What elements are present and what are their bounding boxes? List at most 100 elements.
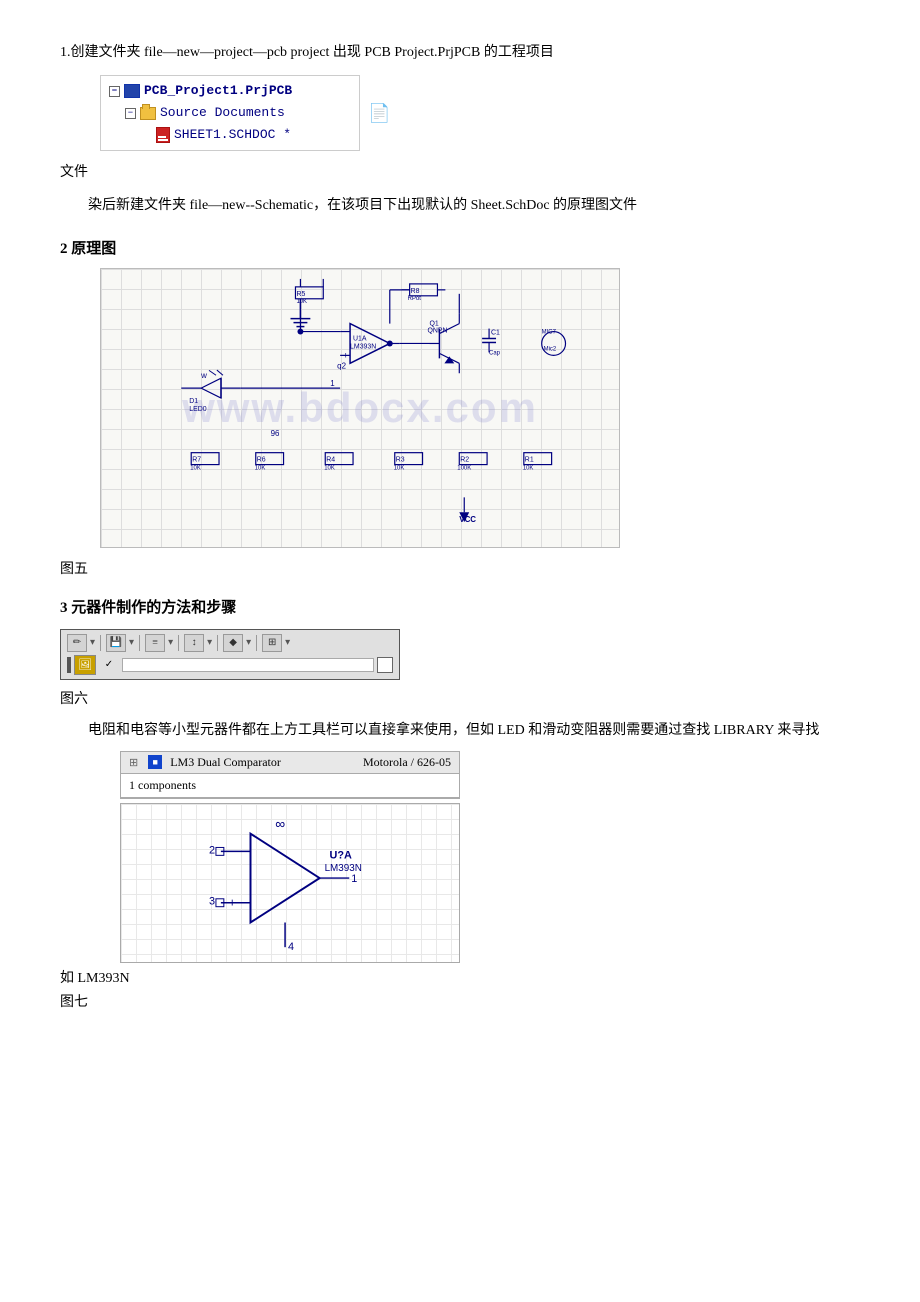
- tree-folder-label: Source Documents: [160, 102, 285, 124]
- svg-text:+: +: [343, 350, 348, 360]
- svg-text:w: w: [200, 371, 207, 380]
- svg-text:Mic2: Mic2: [544, 346, 557, 352]
- toolbar-box: ✏ ▾ 💾 ▾ ≡ ▾ ↕ ▾ ◆ ▾ ⊞: [60, 629, 400, 680]
- fig6-label: 图六: [60, 688, 860, 708]
- section-2: 2 原理图 R5 10K R8 RPot: [60, 237, 860, 578]
- tree-file-label: SHEET1.SCHDOC *: [174, 124, 291, 146]
- lib-manufacturer: Motorola / 626-05: [363, 755, 451, 770]
- svg-text:−: −: [343, 326, 348, 336]
- svg-text:Cap: Cap: [489, 350, 501, 356]
- align-arrow[interactable]: ▾: [168, 637, 173, 648]
- svg-text:R4: R4: [326, 456, 335, 463]
- svg-text:2: 2: [209, 844, 215, 856]
- svg-text:+: +: [229, 896, 236, 910]
- cursor-arrow[interactable]: ▾: [207, 637, 212, 648]
- svg-text:RPot: RPot: [408, 295, 422, 301]
- svg-text:LM393N: LM393N: [325, 863, 362, 874]
- svg-text:U?A: U?A: [330, 849, 352, 861]
- intro-line3: 染后新建文件夹 file—new--Schematic，在该项目下出现默认的 S…: [60, 193, 860, 218]
- separator-5: [256, 635, 257, 651]
- section3-heading: 3 元器件制作的方法和步骤: [60, 596, 860, 617]
- svg-text:1: 1: [330, 379, 335, 388]
- component-preview: − + 2 3 1 4 ∞ U?A LM393N: [120, 803, 460, 963]
- toolbar-row-1: ✏ ▾ 💾 ▾ ≡ ▾ ↕ ▾ ◆ ▾ ⊞: [67, 634, 393, 652]
- section2-heading: 2 原理图: [60, 237, 860, 258]
- section-3: 3 元器件制作的方法和步骤 ✏ ▾ 💾 ▾ ≡ ▾ ↕ ▾: [60, 596, 860, 1011]
- tree-root-row: − PCB_Project1.PrjPCB: [109, 80, 351, 102]
- grid-arrow[interactable]: ▾: [285, 637, 290, 648]
- fig7-label: 图七: [60, 991, 860, 1011]
- svg-text:q2: q2: [337, 361, 346, 370]
- tree-folder-row: − Source Documents: [125, 102, 351, 124]
- svg-text:QNPN: QNPN: [428, 327, 448, 334]
- collapse-icon[interactable]: −: [109, 86, 120, 97]
- svg-text:R3: R3: [396, 456, 405, 463]
- lib-item-name: LM3 Dual Comparator: [170, 755, 281, 770]
- schematic-diagram: R5 10K R8 RPot U1A LM393N − +: [100, 268, 620, 548]
- align-btn[interactable]: ≡: [145, 634, 165, 652]
- save-btn[interactable]: 💾: [106, 634, 126, 652]
- folder-icon: [140, 107, 156, 120]
- fig7-row: 如 LM393N: [60, 967, 860, 987]
- svg-text:U1A: U1A: [353, 335, 367, 342]
- svg-text:R7: R7: [192, 456, 201, 463]
- cursor-btn[interactable]: ↕: [184, 634, 204, 652]
- library-box: ⊞ ■ LM3 Dual Comparator Motorola / 626-0…: [120, 751, 460, 799]
- svg-text:10K: 10K: [255, 465, 266, 471]
- fig5-label: 图五: [60, 558, 860, 578]
- library-header: ⊞ ■ LM3 Dual Comparator Motorola / 626-0…: [121, 752, 459, 774]
- component-btn[interactable]: 🖼: [74, 655, 96, 675]
- svg-text:R8: R8: [411, 287, 420, 294]
- tree-file-row: SHEET1.SCHDOC *: [141, 124, 351, 146]
- shape-arrow[interactable]: ▾: [246, 637, 251, 648]
- file-icon-right: 📄: [368, 103, 390, 124]
- svg-text:LM393N: LM393N: [350, 343, 376, 350]
- svg-text:C1: C1: [491, 329, 500, 336]
- intro-line1: 1.创建文件夹 file—new—project—pcb project 出现 …: [60, 40, 860, 65]
- svg-text:96: 96: [271, 428, 280, 437]
- svg-text:−: −: [229, 844, 236, 858]
- svg-text:10K: 10K: [394, 465, 405, 471]
- separator-1: [100, 635, 101, 651]
- pcb-project-icon: [124, 84, 140, 98]
- svg-text:100K: 100K: [457, 465, 471, 471]
- svg-text:D1: D1: [189, 398, 198, 405]
- svg-text:10K: 10K: [523, 465, 534, 471]
- schematic-svg: R5 10K R8 RPot U1A LM393N − +: [101, 269, 619, 547]
- tree-root-label: PCB_Project1.PrjPCB: [144, 80, 292, 102]
- svg-text:R1: R1: [525, 456, 534, 463]
- svg-text:10K: 10K: [324, 465, 335, 471]
- folder-collapse-icon[interactable]: −: [125, 108, 136, 119]
- lib-component-icon: ■: [148, 755, 162, 769]
- check-btn[interactable]: ✓: [99, 656, 119, 674]
- lib-expand-icon[interactable]: ⊞: [129, 756, 138, 769]
- separator-4: [217, 635, 218, 651]
- lib-count: 1 components: [121, 774, 459, 798]
- file-tree-box: − PCB_Project1.PrjPCB − Source Documents: [100, 75, 360, 151]
- svg-text:∞: ∞: [275, 816, 285, 832]
- section-1: 1.创建文件夹 file—new—project—pcb project 出现 …: [60, 40, 860, 219]
- draw-tool-arrow[interactable]: ▾: [90, 637, 95, 648]
- grid-btn[interactable]: ⊞: [262, 634, 282, 652]
- schdoc-icon: [156, 127, 170, 143]
- svg-text:1: 1: [351, 873, 357, 885]
- separator-3: [178, 635, 179, 651]
- save-arrow[interactable]: ▾: [129, 637, 134, 648]
- toolbar-row-2: 🖼 ✓: [67, 655, 393, 675]
- svg-text:R6: R6: [257, 456, 266, 463]
- svg-text:Q1: Q1: [430, 320, 439, 327]
- section3-desc: 电阻和电容等小型元器件都在上方工具栏可以直接拿来使用，但如 LED 和滑动变阻器…: [60, 718, 860, 743]
- svg-text:4: 4: [288, 941, 294, 953]
- svg-text:10K: 10K: [296, 298, 307, 304]
- row-indicator: [67, 657, 71, 673]
- shape-btn[interactable]: ◆: [223, 634, 243, 652]
- checkbox-small[interactable]: [377, 657, 393, 673]
- mini-scrollbar[interactable]: [122, 658, 374, 672]
- document-icon: 📄: [368, 103, 390, 123]
- svg-text:3: 3: [209, 896, 215, 908]
- fig7-prefix: 如 LM393N: [60, 967, 130, 987]
- draw-tool-btn[interactable]: ✏: [67, 634, 87, 652]
- svg-text:R2: R2: [460, 456, 469, 463]
- page-content: 1.创建文件夹 file—new—project—pcb project 出现 …: [60, 40, 860, 1011]
- svg-text:LED0: LED0: [189, 406, 206, 413]
